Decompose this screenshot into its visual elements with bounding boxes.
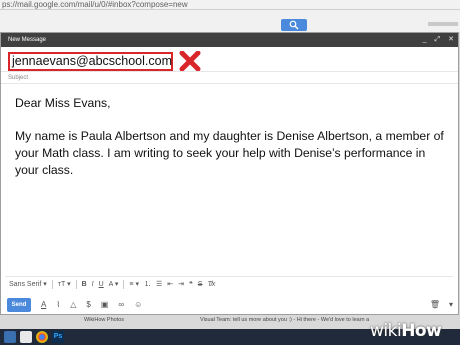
attach-icon[interactable]: ⌇ — [56, 295, 60, 315]
photoshop-icon[interactable]: Ps — [52, 331, 64, 343]
red-x-icon — [179, 51, 201, 71]
toolbar-divider — [123, 280, 125, 289]
tab-wikihow-photos[interactable]: WikiHow Photos — [84, 317, 124, 323]
formatting-toolbar: Sans Serif ▾ ᴛT ▾ B I U A ▾ ≡ ▾ ⒈ ☰ ⇤ ⇥ … — [5, 276, 453, 292]
minimize-icon[interactable]: _ — [423, 33, 427, 47]
account-area[interactable] — [428, 22, 458, 26]
search-button[interactable] — [281, 19, 307, 31]
link-icon[interactable]: ∞ — [118, 295, 124, 315]
compose-window: New Message _ ⤢ ✕ jennaevans@abcschool.c… — [0, 32, 459, 315]
money-icon[interactable]: $ — [86, 295, 90, 315]
toolbar-divider — [75, 280, 77, 289]
discard-icon[interactable]: 🗑 — [430, 295, 440, 315]
formatting-options-icon[interactable]: A — [41, 295, 46, 315]
font-size-icon[interactable]: ᴛT ▾ — [58, 277, 71, 293]
compose-header: New Message _ ⤢ ✕ — [1, 33, 458, 47]
expand-icon[interactable]: ⤢ — [435, 33, 441, 47]
photo-icon[interactable]: ▣ — [101, 295, 109, 315]
wikihow-watermark: wikiHow — [370, 318, 460, 345]
bold-icon[interactable]: B — [82, 277, 87, 293]
text-color-icon[interactable]: A ▾ — [109, 277, 119, 293]
tab-visual-team[interactable]: Visual Team: tell us more about you :) -… — [200, 317, 370, 323]
italic-icon[interactable]: I — [92, 277, 94, 293]
address-bar[interactable]: ps://mail.google.com/mail/u/0/#inbox?com… — [0, 0, 460, 10]
underline-icon[interactable]: U — [99, 277, 104, 293]
send-label: Send — [11, 302, 27, 308]
subject-field[interactable]: Subject — [1, 72, 458, 84]
subject-placeholder: Subject — [8, 75, 29, 81]
align-icon[interactable]: ≡ ▾ — [129, 277, 139, 293]
greeting-text: Dear Miss Evans, — [15, 96, 111, 110]
search-icon — [289, 20, 299, 30]
quote-icon[interactable]: ❝ — [189, 277, 193, 293]
to-field[interactable]: jennaevans@abcschool.com — [8, 52, 173, 71]
watermark-wiki: wiki — [370, 321, 402, 341]
message-body[interactable]: Dear Miss Evans, My name is Paula Albert… — [15, 95, 447, 179]
remove-formatting-icon[interactable]: T̸x — [207, 277, 215, 293]
chrome-icon[interactable] — [36, 331, 48, 343]
drive-icon[interactable]: △ — [70, 295, 76, 315]
compose-title: New Message — [8, 37, 47, 43]
bulleted-list-icon[interactable]: ☰ — [156, 277, 162, 293]
compose-actions: Send A ⌇ △ $ ▣ ∞ ☺ 🗑 ▾ — [1, 295, 458, 315]
indent-less-icon[interactable]: ⇤ — [167, 277, 173, 293]
close-icon[interactable]: ✕ — [448, 33, 454, 47]
file-explorer-icon[interactable] — [20, 331, 32, 343]
start-icon[interactable] — [4, 331, 16, 343]
indent-more-icon[interactable]: ⇥ — [178, 277, 184, 293]
toolbar-divider — [51, 280, 53, 289]
emoji-icon[interactable]: ☺ — [134, 295, 142, 315]
gmail-top-strip — [0, 10, 460, 32]
body-paragraph: My name is Paula Albertson and my daught… — [15, 129, 444, 177]
send-button[interactable]: Send — [7, 298, 31, 312]
to-row: jennaevans@abcschool.com — [1, 47, 458, 72]
font-select[interactable]: Sans Serif ▾ — [9, 277, 47, 293]
strikethrough-icon[interactable]: S — [198, 277, 203, 293]
font-select-label: Sans Serif — [9, 280, 42, 288]
more-options-icon[interactable]: ▾ — [449, 295, 453, 315]
watermark-how: How — [401, 321, 442, 341]
numbered-list-icon[interactable]: ⒈ — [144, 277, 151, 293]
url-text: ps://mail.google.com/mail/u/0/#inbox?com… — [2, 0, 188, 9]
to-value: jennaevans@abcschool.com — [12, 54, 173, 68]
